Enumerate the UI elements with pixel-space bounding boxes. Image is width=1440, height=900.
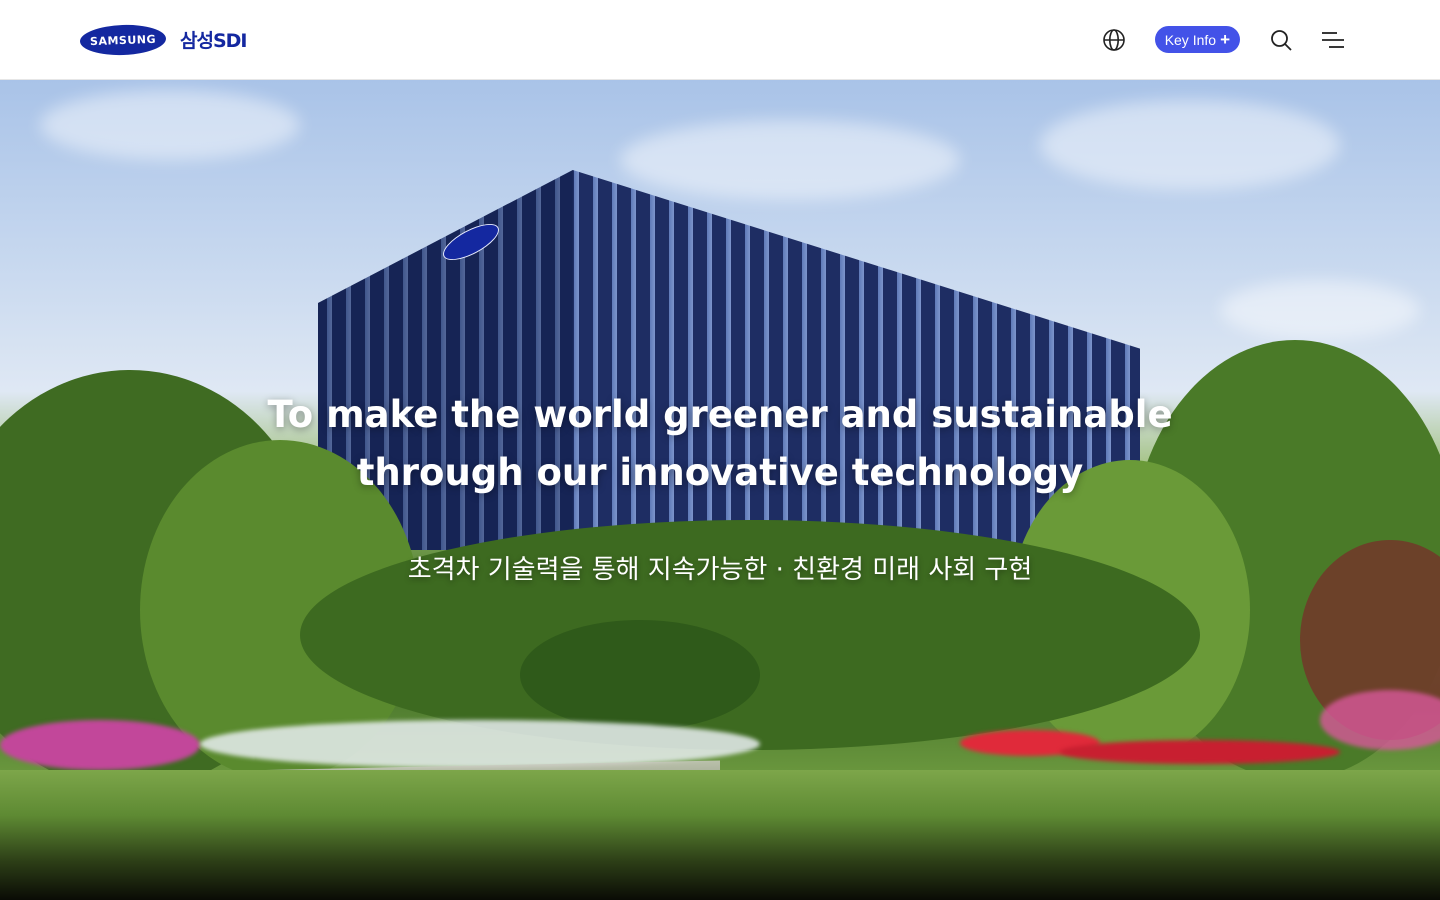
hero-subtitle: 초격차 기술력을 통해 지속가능한 · 친환경 미래 사회 구현 bbox=[407, 555, 1033, 585]
language-button[interactable] bbox=[1101, 27, 1127, 53]
header-actions: Key Info + bbox=[1101, 26, 1346, 53]
hero-banner: To make the world greener and sustainabl… bbox=[0, 80, 1440, 900]
hero-title-line-2: through our innovative technology bbox=[356, 451, 1084, 494]
globe-icon bbox=[1102, 28, 1125, 51]
menu-button[interactable] bbox=[1320, 27, 1346, 53]
menu-icon bbox=[1322, 31, 1344, 48]
key-info-button[interactable]: Key Info + bbox=[1154, 26, 1240, 53]
key-info-label: Key Info bbox=[1164, 31, 1217, 48]
samsung-sdi-logo[interactable]: SAMSUNG 삼성SDI bbox=[79, 23, 247, 56]
plus-icon: + bbox=[1220, 30, 1230, 49]
sdi-logo-text: 삼성SDI bbox=[180, 30, 247, 52]
site-header: SAMSUNG 삼성SDI Key Info + bbox=[0, 0, 1440, 80]
samsung-logo: SAMSUNG bbox=[79, 23, 167, 56]
search-icon bbox=[1271, 29, 1292, 51]
hero-title-line-1: To make the world greener and sustainabl… bbox=[267, 393, 1173, 436]
samsung-logo-text: SAMSUNG bbox=[89, 31, 157, 48]
hero-title: To make the world greener and sustainabl… bbox=[220, 386, 1220, 502]
search-button[interactable] bbox=[1268, 27, 1294, 53]
